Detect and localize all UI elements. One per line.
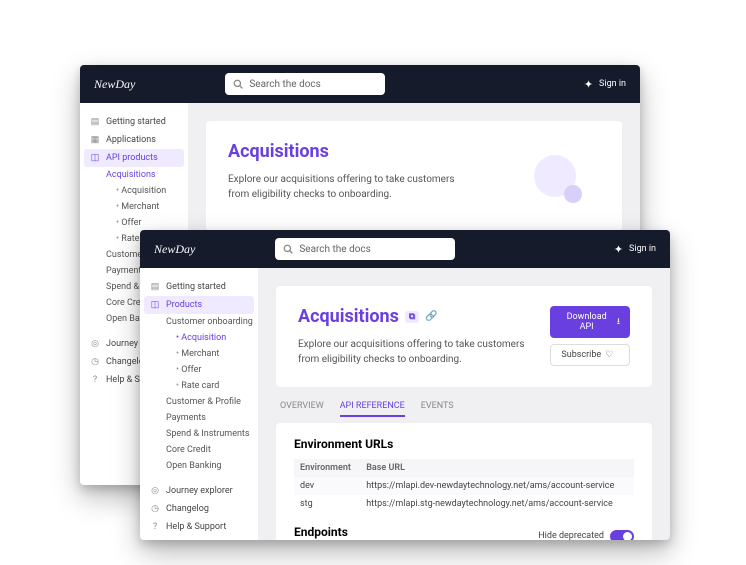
sidebar-item-customer-profile[interactable]: Customer & Profile	[162, 394, 258, 410]
api-reference-panel: Environment URLs Environment Base URL de…	[276, 423, 652, 540]
col-environment: Environment	[294, 459, 360, 477]
nav-products[interactable]: ◫ Products	[144, 296, 254, 314]
search-icon	[233, 79, 243, 89]
book-icon: ▤	[150, 282, 160, 292]
nav-getting-started[interactable]: ▤ Getting started	[140, 278, 258, 296]
sparkle-icon: ✦	[614, 243, 623, 256]
nav-label: Help & Support	[166, 522, 226, 532]
environment-urls-table: Environment Base URL dev https://mlapi.d…	[294, 459, 634, 513]
compass-icon: ◎	[150, 486, 160, 496]
hide-deprecated-control: Hide deprecated	[538, 530, 634, 541]
clock-icon: ◷	[150, 504, 160, 514]
env-name: dev	[294, 477, 360, 495]
brand-logo: NewDay	[94, 77, 135, 92]
hero-card: Acquisitions Explore our acquisitions of…	[206, 121, 622, 231]
nav-label: Getting started	[166, 282, 226, 292]
sparkle-icon: ✦	[584, 78, 593, 91]
env-url[interactable]: https://mlapi.stg-newdaytechnology.net/a…	[360, 495, 634, 513]
page-description: Explore our acquisitions offering to tak…	[298, 337, 536, 367]
download-icon: ⭳	[617, 314, 620, 330]
nav-label: API products	[106, 153, 158, 163]
sidebar-subitem[interactable]: Acquisition	[172, 330, 258, 346]
sidebar-subitem[interactable]: Merchant	[112, 199, 188, 215]
sidebar-subitem[interactable]: Offer	[172, 362, 258, 378]
help-icon: ?	[150, 522, 160, 532]
sidebar: ▤ Getting started ◫ Products Customer onbo…	[140, 268, 258, 540]
brand-logo: NewDay	[154, 242, 195, 257]
col-base-url: Base URL	[360, 459, 634, 477]
download-api-button[interactable]: Download API ⭳	[550, 306, 630, 338]
hero-illustration	[510, 141, 600, 211]
nav-changelog[interactable]: ◷ Changelog	[140, 500, 258, 518]
endpoints-heading: Endpoints	[294, 525, 348, 539]
table-row: stg https://mlapi.stg-newdaytechnology.n…	[294, 495, 634, 513]
search-icon	[283, 244, 293, 254]
sidebar-subitem[interactable]: Offer	[112, 215, 188, 231]
topbar: NewDay Search the docs ✦ Sign in	[80, 65, 640, 103]
hide-deprecated-toggle[interactable]	[610, 530, 634, 541]
tab-api-reference[interactable]: API REFERENCE	[340, 401, 405, 417]
tab-overview[interactable]: OVERVIEW	[280, 401, 324, 417]
nav-label: Products	[166, 300, 202, 310]
tabs: OVERVIEW API REFERENCE EVENTS	[276, 387, 652, 423]
apps-icon: ▦	[90, 135, 100, 145]
button-label: Download API	[560, 312, 612, 332]
nav-help[interactable]: ? Help & Support	[140, 518, 258, 536]
search-placeholder: Search the docs	[299, 244, 371, 255]
nav-api-products[interactable]: ◫ API products	[84, 149, 184, 167]
nav-journey[interactable]: ◎ Journey explorer	[140, 482, 258, 500]
search-input[interactable]: Search the docs	[225, 73, 385, 95]
environment-urls-heading: Environment URLs	[294, 437, 634, 451]
nav-applications[interactable]: ▦ Applications	[80, 131, 188, 149]
sidebar-item-spend[interactable]: Spend & Instruments	[162, 426, 258, 442]
version-badge: ⧉	[405, 311, 419, 323]
tab-events[interactable]: EVENTS	[421, 401, 454, 417]
button-label: Subscribe	[561, 350, 601, 360]
book-icon: ▤	[90, 117, 100, 127]
page-title: Acquisitions	[228, 141, 478, 162]
cube-icon: ◫	[150, 300, 160, 310]
cube-icon: ◫	[90, 153, 100, 163]
nav-label: Applications	[106, 135, 156, 145]
sidebar-subitem[interactable]: Merchant	[172, 346, 258, 362]
nav-label: Getting started	[106, 117, 166, 127]
table-row: dev https://mlapi.dev-newdaytechnology.n…	[294, 477, 634, 495]
topbar: NewDay Search the docs ✦ Sign in	[140, 230, 670, 268]
hide-deprecated-label: Hide deprecated	[538, 531, 604, 540]
main-content: Acquisitions ⧉ 🔗 Explore our acquisition…	[258, 268, 670, 540]
search-input[interactable]: Search the docs	[275, 238, 455, 260]
sidebar-item-core[interactable]: Core Credit	[162, 442, 258, 458]
sidebar-item-acquisitions[interactable]: Acquisitions	[102, 167, 188, 183]
signin-link[interactable]: Sign in	[599, 79, 626, 89]
search-placeholder: Search the docs	[249, 79, 321, 90]
env-name: stg	[294, 495, 360, 513]
clock-icon: ◷	[90, 357, 100, 367]
sidebar-subitem[interactable]: Rate card	[172, 378, 258, 394]
help-icon: ?	[90, 375, 100, 385]
nav-label: Changelog	[166, 504, 209, 514]
compass-icon: ◎	[90, 339, 100, 349]
sidebar-item-customer-onboarding[interactable]: Customer onboarding	[162, 314, 258, 330]
page-description: Explore our acquisitions offering to tak…	[228, 172, 478, 202]
signin-link[interactable]: Sign in	[629, 244, 656, 254]
nav-label: Journey explorer	[166, 486, 233, 496]
bell-icon: ♡	[605, 350, 613, 360]
anchor-link-icon[interactable]: 🔗	[425, 311, 437, 322]
page-title-text: Acquisitions	[298, 306, 399, 327]
docs-window-front: NewDay Search the docs ✦ Sign in ▤ Gettin…	[140, 230, 670, 540]
sidebar-item-payments[interactable]: Payments	[162, 410, 258, 426]
nav-getting-started[interactable]: ▤ Getting started	[80, 113, 188, 131]
sidebar-subitem[interactable]: Acquisition	[112, 183, 188, 199]
page-title: Acquisitions ⧉ 🔗	[298, 306, 536, 327]
hero-card: Acquisitions ⧉ 🔗 Explore our acquisition…	[276, 286, 652, 387]
sidebar-item-open[interactable]: Open Banking	[162, 458, 258, 474]
subscribe-button[interactable]: Subscribe ♡	[550, 344, 630, 366]
env-url[interactable]: https://mlapi.dev-newdaytechnology.net/a…	[360, 477, 634, 495]
